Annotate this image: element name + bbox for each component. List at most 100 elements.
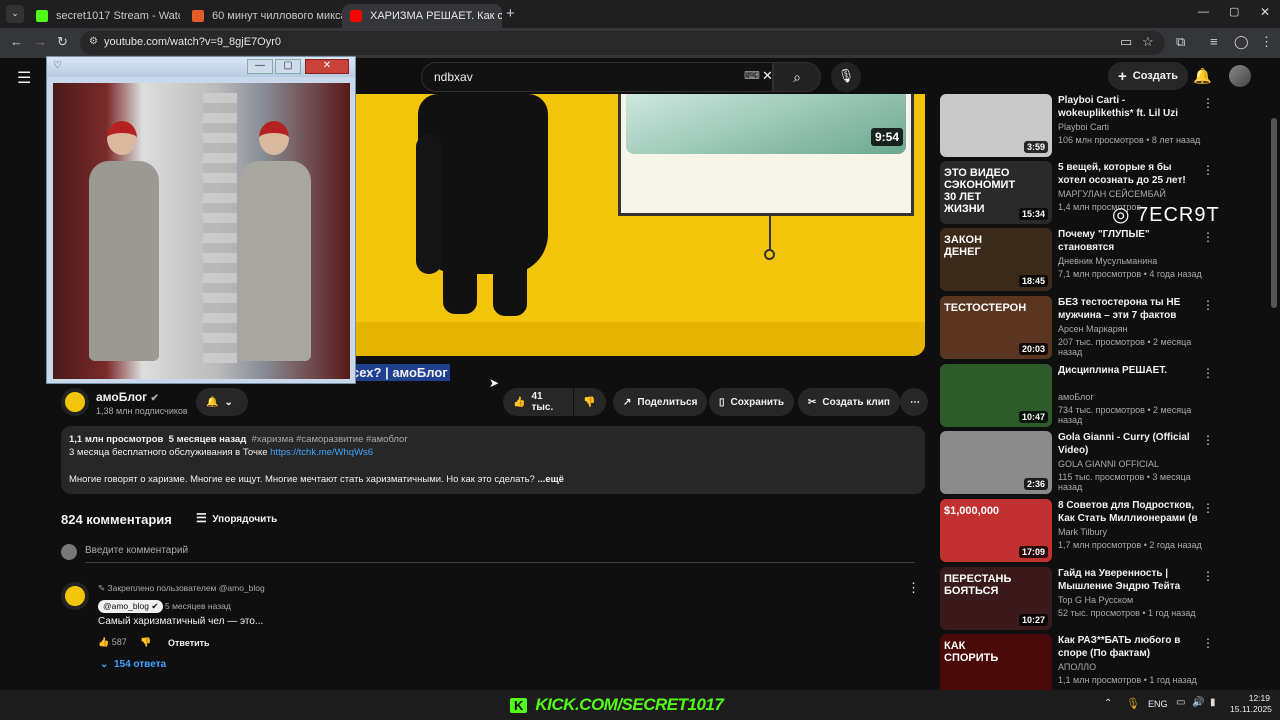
clear-search-icon[interactable]: ✕ — [762, 68, 773, 84]
video-thumbnail[interactable]: КАК СПОРИТЬ — [940, 634, 1052, 697]
comment-like-button[interactable]: 👍 587 — [98, 637, 127, 648]
scrollbar[interactable] — [1271, 118, 1277, 308]
like-button[interactable]: 👍 41 тыс. — [503, 388, 573, 416]
related-video-channel[interactable]: Арсен Маркарян — [1058, 324, 1127, 334]
related-video-channel[interactable]: GOLA GIANNI OFFICIAL — [1058, 459, 1159, 469]
clip-button[interactable]: ✂ Создать клип — [798, 388, 900, 416]
video-thumbnail[interactable]: ПЕРЕСТАНЬ БОЯТЬСЯ 10:27 — [940, 567, 1052, 630]
channel-name[interactable]: амоБлог ✔ — [96, 390, 159, 404]
maximize-icon[interactable]: ▢ — [275, 59, 301, 74]
related-video-item[interactable]: ЭТО ВИДЕО СЭКОНОМИТ 30 ЛЕТ ЖИЗНИ 15:34 5 в… — [940, 161, 1214, 226]
save-button[interactable]: ▯ Сохранить — [709, 388, 795, 416]
video-menu-icon[interactable]: ⋮ — [1202, 230, 1214, 244]
video-menu-icon[interactable]: ⋮ — [1202, 298, 1214, 312]
related-video-title[interactable]: Дисциплина РЕШАЕТ. — [1058, 364, 1198, 377]
new-tab-icon[interactable]: + — [506, 5, 515, 22]
related-video-item[interactable]: 3:59 Playboi Carti - wokeuplikethis* ft. … — [940, 94, 1214, 159]
system-clock[interactable]: 12:19 15.11.2025 — [1230, 693, 1272, 715]
related-video-item[interactable]: 2:36 Gola Gianni - Curry (Official Video)… — [940, 431, 1214, 496]
related-video-channel[interactable]: АПОЛЛО — [1058, 662, 1096, 672]
menu-dots-icon[interactable]: ⋮ — [1260, 34, 1273, 50]
related-video-title[interactable]: Gola Gianni - Curry (Official Video) — [1058, 431, 1198, 457]
notifications-icon[interactable]: 🔔 — [1193, 67, 1212, 85]
close-icon[interactable]: ✕ — [305, 59, 349, 74]
video-thumbnail[interactable]: ЭТО ВИДЕО СЭКОНОМИТ 30 ЛЕТ ЖИЗНИ 15:34 — [940, 161, 1052, 224]
related-video-channel[interactable]: Top G На Русском — [1058, 595, 1133, 605]
related-video-title[interactable]: БЕЗ тестостерона ты НЕ мужчина – эти 7 ф… — [1058, 296, 1198, 322]
tab-kick-stream[interactable]: secret1017 Stream - Watch Live ✕ — [28, 4, 180, 28]
webcam-window[interactable]: ♡ — ▢ ✕ — [46, 56, 356, 384]
tab-chill-mix[interactable]: 60 минут чиллового микса ✕ — [184, 4, 342, 28]
related-video-title[interactable]: 8 Советов для Подростков, Как Стать Милл… — [1058, 499, 1198, 525]
profile-icon[interactable]: ◯ — [1234, 34, 1249, 50]
video-thumbnail[interactable]: ТЕСТОСТЕРОН 20:03 — [940, 296, 1052, 359]
search-input[interactable]: ndbxav ⌨ ✕ — [421, 62, 773, 92]
promo-link[interactable]: https://tchk.me/WhqWs6 — [270, 447, 373, 458]
tab-youtube-video[interactable]: ХАРИЗМА РЕШАЕТ. Как стать ✕ — [342, 4, 502, 28]
more-actions-button[interactable]: ⋯ — [900, 388, 928, 416]
video-menu-icon[interactable]: ⋮ — [1202, 569, 1214, 583]
channel-avatar[interactable] — [61, 388, 89, 416]
hamburger-icon[interactable]: ☰ — [17, 68, 31, 88]
related-video-channel[interactable]: амоБлог — [1058, 392, 1094, 402]
tab-search-icon[interactable]: ⌄ — [6, 5, 24, 23]
video-menu-icon[interactable]: ⋮ — [1202, 501, 1214, 515]
site-info-icon[interactable]: ⚙ — [89, 36, 98, 47]
related-video-title[interactable]: 5 вещей, которые я бы хотел осознать до … — [1058, 161, 1198, 187]
address-bar[interactable]: ⚙ youtube.com/watch?v=9_8gjE7Oyr0 — [80, 31, 1165, 55]
tray-chevron-icon[interactable]: ⌃ — [1104, 698, 1112, 709]
related-video-channel[interactable]: Дневник Мусульманина — [1058, 256, 1157, 266]
related-video-item[interactable]: 10:47 Дисциплина РЕШАЕТ. амоБлог 734 тыс. п… — [940, 364, 1214, 429]
share-button[interactable]: ↗ Поделиться — [613, 388, 708, 416]
related-video-channel[interactable]: Playboi Carti — [1058, 122, 1109, 132]
related-video-channel[interactable]: МАРГУЛАН СЕЙСЕМБАЙ — [1058, 189, 1166, 199]
extensions-icon[interactable]: ⧉ — [1176, 34, 1185, 50]
account-avatar[interactable] — [1229, 65, 1251, 87]
webcam-titlebar[interactable]: ♡ — ▢ ✕ — [47, 57, 355, 77]
comment-time[interactable]: 5 месяцев назад — [165, 601, 231, 611]
close-window-icon[interactable]: ✕ — [1260, 5, 1270, 19]
subscription-bell-button[interactable]: 🔔 ⌄ — [196, 388, 248, 416]
sort-comments-button[interactable]: ☰ Упорядочить — [196, 511, 277, 525]
video-thumbnail[interactable]: $1,000,000 17:09 — [940, 499, 1052, 562]
search-button[interactable]: ⌕ — [773, 62, 821, 92]
battery-icon[interactable]: ▮ — [1210, 697, 1216, 708]
video-thumbnail[interactable]: 3:59 — [940, 94, 1052, 157]
forward-icon[interactable]: → — [34, 34, 47, 49]
related-video-title[interactable]: Почему "ГЛУПЫЕ" становятся миллионерами?… — [1058, 228, 1198, 254]
related-video-title[interactable]: Как РАЗ**БАТЬ любого в споре (По фактам) — [1058, 634, 1198, 660]
related-video-item[interactable]: ЗАКОН ДЕНЕГ 18:45 Почему "ГЛУПЫЕ" становят… — [940, 228, 1214, 293]
comment-dislike-button[interactable]: 👎 — [140, 637, 151, 648]
add-comment-input[interactable]: Введите комментарий — [85, 545, 915, 563]
microphone-icon[interactable]: 🎙 — [1126, 697, 1140, 710]
minimize-icon[interactable]: — — [247, 59, 273, 74]
commenter-avatar[interactable] — [61, 582, 89, 610]
video-menu-icon[interactable]: ⋮ — [1202, 366, 1214, 380]
related-video-item[interactable]: $1,000,000 17:09 8 Советов для Подростков,… — [940, 499, 1214, 564]
dislike-button[interactable]: 👎 — [574, 388, 606, 416]
bookmark-star-icon[interactable]: ☆ — [1142, 34, 1154, 50]
video-menu-icon[interactable]: ⋮ — [1202, 163, 1214, 177]
related-video-channel[interactable]: Mark Tilbury — [1058, 527, 1107, 537]
video-menu-icon[interactable]: ⋮ — [1202, 96, 1214, 110]
hashtags[interactable]: #харизма #саморазвитие #амоблог — [252, 434, 408, 445]
keyboard-icon[interactable]: ⌨ — [744, 69, 760, 82]
create-button[interactable]: + Создать — [1108, 62, 1189, 90]
related-video-title[interactable]: Гайд на Уверенность | Мышление Эндрю Тей… — [1058, 567, 1198, 593]
reload-icon[interactable]: ↻ — [57, 34, 68, 50]
cast-icon[interactable]: ▭ — [1120, 34, 1132, 50]
video-thumbnail[interactable]: ЗАКОН ДЕНЕГ 18:45 — [940, 228, 1052, 291]
reply-button[interactable]: Ответить — [168, 638, 210, 648]
view-replies-button[interactable]: ⌄ 154 ответа — [100, 659, 166, 670]
back-icon[interactable]: ← — [10, 34, 23, 49]
related-video-title[interactable]: Playboi Carti - wokeuplikethis* ft. Lil … — [1058, 94, 1198, 120]
related-video-item[interactable]: ТЕСТОСТЕРОН 20:03 БЕЗ тестостерона ты НЕ м… — [940, 296, 1214, 361]
video-menu-icon[interactable]: ⋮ — [1202, 636, 1214, 650]
video-menu-icon[interactable]: ⋮ — [1202, 433, 1214, 447]
comment-author-badge[interactable]: @amo_blog ✔ — [98, 600, 164, 613]
volume-icon[interactable]: 🔊 — [1192, 697, 1204, 708]
minimize-icon[interactable]: — — [1198, 6, 1209, 18]
related-video-item[interactable]: ПЕРЕСТАНЬ БОЯТЬСЯ 10:27 Гайд на Уверенност… — [940, 567, 1214, 632]
description-box[interactable]: 1,1 млн просмотров 5 месяцев назад #хари… — [61, 426, 925, 494]
video-thumbnail[interactable]: 10:47 — [940, 364, 1052, 427]
